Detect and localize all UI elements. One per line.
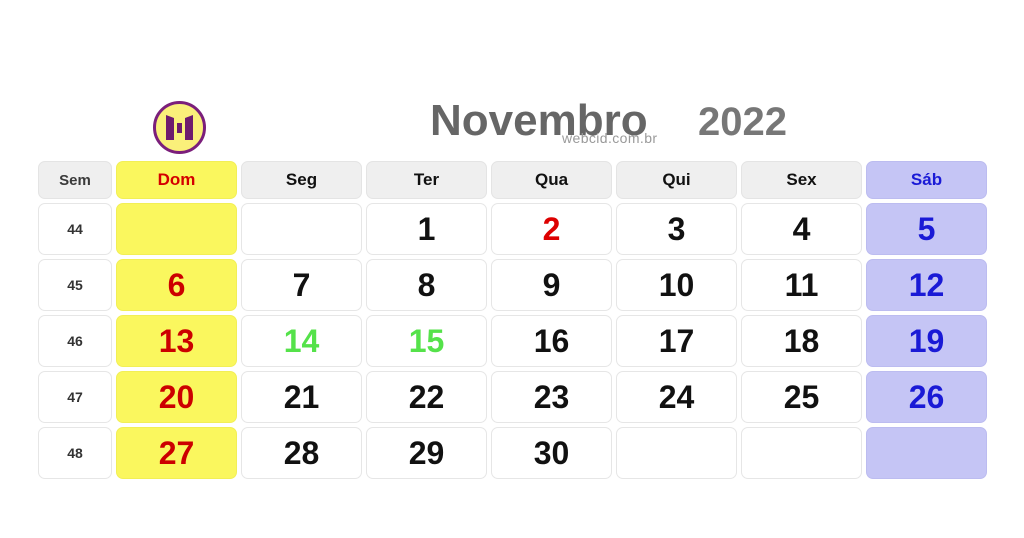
site-watermark: webcid.com.br — [562, 130, 658, 146]
day-cell[interactable]: 23 — [491, 371, 612, 423]
day-cell[interactable]: 5 — [866, 203, 987, 255]
day-cell[interactable]: 30 — [491, 427, 612, 479]
day-cell[interactable]: 9 — [491, 259, 612, 311]
day-cell[interactable]: 22 — [366, 371, 487, 423]
day-cell[interactable]: 7 — [241, 259, 362, 311]
calendar-week-row: 44 1 2 3 4 5 — [38, 203, 988, 255]
day-cell[interactable]: 16 — [491, 315, 612, 367]
day-cell[interactable]: 24 — [616, 371, 737, 423]
day-cell[interactable]: 20 — [116, 371, 237, 423]
day-cell[interactable]: 3 — [616, 203, 737, 255]
calendar-week-row: 47 20 21 22 23 24 25 26 — [38, 371, 988, 423]
calendar-grid: Sem Dom Seg Ter Qua Qui Sex Sáb 44 1 2 3 4 5 45 6 7 8 9 10… — [38, 161, 988, 483]
week-number-cell: 45 — [38, 259, 112, 311]
column-header-seg: Seg — [241, 161, 362, 199]
calendar-header: Novembro 2022 webcid.com.br — [0, 0, 1024, 160]
day-cell[interactable]: 2 — [491, 203, 612, 255]
title-block: Novembro 2022 webcid.com.br — [430, 96, 850, 156]
day-cell[interactable]: 19 — [866, 315, 987, 367]
day-cell[interactable]: 18 — [741, 315, 862, 367]
day-cell[interactable]: 1 — [366, 203, 487, 255]
calendar-week-row: 46 13 14 15 16 17 18 19 — [38, 315, 988, 367]
day-cell[interactable]: 29 — [366, 427, 487, 479]
day-cell[interactable]: 28 — [241, 427, 362, 479]
day-cell[interactable]: 27 — [116, 427, 237, 479]
year-title: 2022 — [698, 100, 787, 144]
day-cell[interactable]: 26 — [866, 371, 987, 423]
column-header-sex: Sex — [741, 161, 862, 199]
day-cell[interactable]: 14 — [241, 315, 362, 367]
day-cell[interactable]: 15 — [366, 315, 487, 367]
column-header-week: Sem — [38, 161, 112, 199]
column-header-qua: Qua — [491, 161, 612, 199]
column-header-dom: Dom — [116, 161, 237, 199]
calendar-week-row: 48 27 28 29 30 — [38, 427, 988, 479]
column-header-sab: Sáb — [866, 161, 987, 199]
day-cell-empty — [866, 427, 987, 479]
column-header-ter: Ter — [366, 161, 487, 199]
day-cell[interactable]: 25 — [741, 371, 862, 423]
calendar-body: 44 1 2 3 4 5 45 6 7 8 9 10 11 12 46 13 14 15 16 17 18 19 47 20 2… — [38, 203, 988, 479]
calendar-week-row: 45 6 7 8 9 10 11 12 — [38, 259, 988, 311]
day-cell[interactable]: 6 — [116, 259, 237, 311]
day-cell-empty — [616, 427, 737, 479]
day-cell-empty — [741, 427, 862, 479]
day-cell[interactable]: 21 — [241, 371, 362, 423]
day-cell-empty — [116, 203, 237, 255]
day-cell-empty — [241, 203, 362, 255]
day-cell[interactable]: 10 — [616, 259, 737, 311]
day-cell[interactable]: 11 — [741, 259, 862, 311]
calendar-header-row: Sem Dom Seg Ter Qua Qui Sex Sáb — [38, 161, 988, 199]
day-cell[interactable]: 4 — [741, 203, 862, 255]
webcid-logo-icon — [152, 100, 207, 155]
week-number-cell: 46 — [38, 315, 112, 367]
day-cell[interactable]: 8 — [366, 259, 487, 311]
column-header-qui: Qui — [616, 161, 737, 199]
day-cell[interactable]: 12 — [866, 259, 987, 311]
week-number-cell: 44 — [38, 203, 112, 255]
day-cell[interactable]: 17 — [616, 315, 737, 367]
day-cell[interactable]: 13 — [116, 315, 237, 367]
week-number-cell: 48 — [38, 427, 112, 479]
week-number-cell: 47 — [38, 371, 112, 423]
